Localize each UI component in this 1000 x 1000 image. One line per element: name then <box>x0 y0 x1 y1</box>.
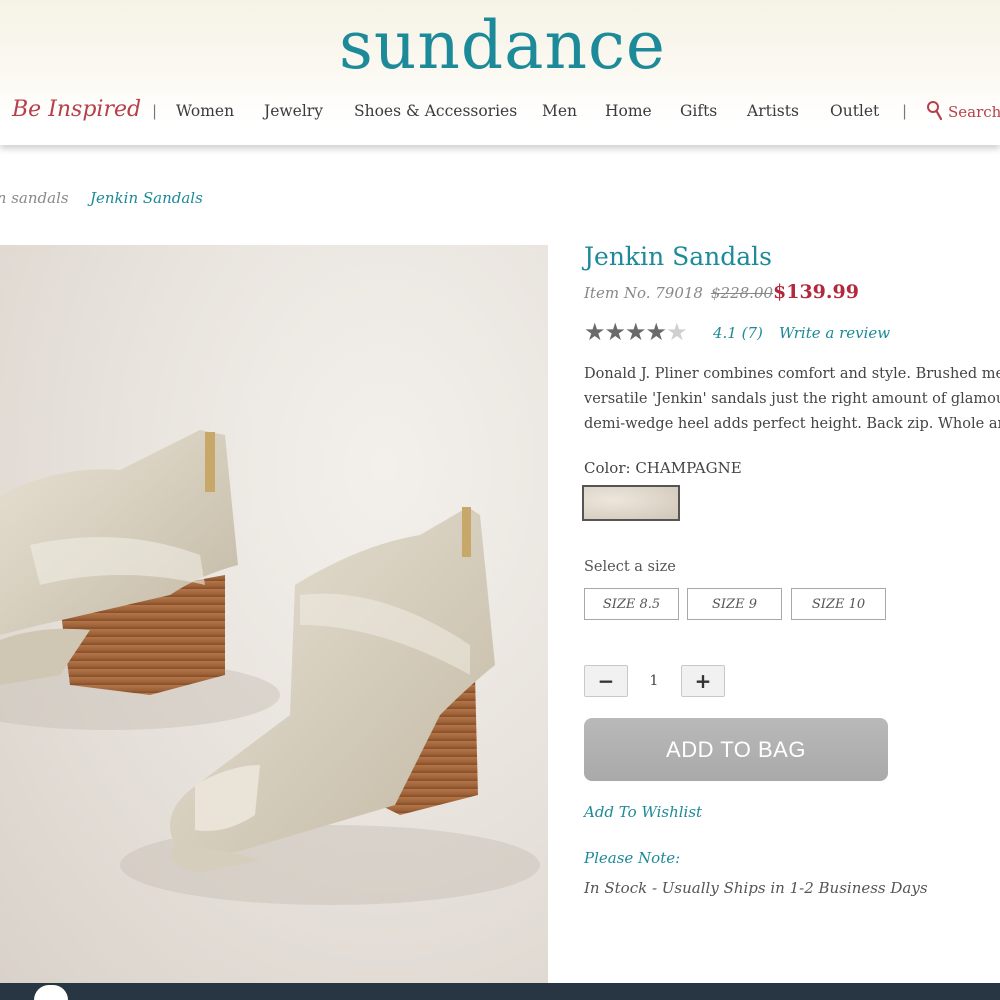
size-button-8-5[interactable]: SIZE 8.5 <box>584 588 679 620</box>
nav-item-outlet[interactable]: Outlet <box>830 102 879 120</box>
nav-item-jewelry[interactable]: Jewelry <box>264 102 323 120</box>
item-number: Item No. 79018 <box>584 284 703 302</box>
search-link[interactable]: Search <box>948 103 1000 121</box>
star-empty-icon: ★ <box>666 318 687 346</box>
size-button-10[interactable]: SIZE 10 <box>791 588 886 620</box>
nav-item-women[interactable]: Women <box>176 102 234 120</box>
product-image[interactable] <box>0 245 548 983</box>
description-line: versatile 'Jenkin' sandals just the righ… <box>584 391 1000 407</box>
quantity-decrease-button[interactable]: − <box>584 665 628 697</box>
star-full-icon: ★ <box>584 318 605 346</box>
star-full-icon: ★ <box>625 318 646 346</box>
quantity-input[interactable]: 1 <box>634 665 674 697</box>
nav-item-men[interactable]: Men <box>542 102 577 120</box>
nav-separator: | <box>902 102 908 120</box>
size-label: Select a size <box>584 559 676 575</box>
nav-separator: | <box>152 102 158 120</box>
rating-stars: ★★★★★ <box>584 318 688 346</box>
color-swatch-champagne[interactable] <box>582 485 680 521</box>
search-icon[interactable] <box>926 100 944 124</box>
add-to-bag-button[interactable]: ADD TO BAG <box>584 718 888 781</box>
rating-link[interactable]: 4.1 (7) <box>713 324 763 342</box>
site-header: sundance Be Inspired | Women Jewelry Sho… <box>0 0 1000 145</box>
original-price: $228.00 <box>711 284 774 302</box>
nav-item-home[interactable]: Home <box>605 102 652 120</box>
nav-item-gifts[interactable]: Gifts <box>680 102 717 120</box>
size-button-9[interactable]: SIZE 9 <box>687 588 782 620</box>
product-title: Jenkin Sandals <box>584 242 772 271</box>
site-logo[interactable]: sundance <box>330 6 675 85</box>
be-inspired-link[interactable]: Be Inspired <box>12 97 141 122</box>
description-line: demi-wedge heel adds perfect height. Bac… <box>584 416 1000 432</box>
breadcrumb-item[interactable]: in sandals <box>0 189 69 207</box>
color-label: Color: CHAMPAGNE <box>584 459 742 477</box>
write-review-link[interactable]: Write a review <box>779 324 890 342</box>
stock-status: In Stock - Usually Ships in 1-2 Business… <box>584 879 928 897</box>
add-to-wishlist-link[interactable]: Add To Wishlist <box>584 803 702 821</box>
star-full-icon: ★ <box>604 318 626 346</box>
nav-item-artists[interactable]: Artists <box>747 102 799 120</box>
bottom-bar <box>0 983 1000 1000</box>
breadcrumb-current: Jenkin Sandals <box>90 189 203 207</box>
quantity-increase-button[interactable]: + <box>681 665 725 697</box>
sale-price: $139.99 <box>773 281 859 303</box>
main-nav: Be Inspired | Women Jewelry Shoes & Acce… <box>0 96 1000 130</box>
star-full-icon: ★ <box>645 318 667 346</box>
please-note-label: Please Note: <box>584 849 681 867</box>
nav-item-shoes-accessories[interactable]: Shoes & Accessories <box>354 102 517 120</box>
description-line: Donald J. Pliner combines comfort and st… <box>584 366 1000 382</box>
